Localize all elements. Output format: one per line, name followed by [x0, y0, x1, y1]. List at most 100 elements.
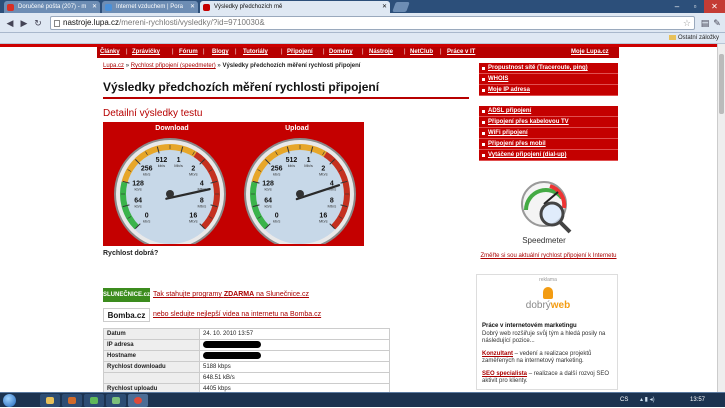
taskbar-chrome-icon[interactable]	[128, 394, 148, 407]
nav-separator: |	[126, 49, 128, 55]
download-label: Download	[155, 125, 189, 132]
back-icon[interactable]: ◀	[4, 17, 16, 29]
ad-box: reklama dobrýweb Práce v internetovém ma…	[476, 274, 618, 390]
breadcrumb-separator: »	[125, 63, 130, 69]
dobryweb-logo[interactable]: dobrýweb	[477, 287, 619, 311]
flame-icon	[543, 287, 553, 299]
vertical-scrollbar[interactable]	[717, 44, 725, 392]
maximize-icon[interactable]: ▫	[686, 0, 704, 13]
breadcrumb-current: Výsledky předchozích měření rychlosti př…	[222, 63, 361, 69]
reload-icon[interactable]: ↻	[32, 17, 44, 29]
sidebar-item-dialup[interactable]: Vytáčené připojení (dial-up)	[479, 150, 618, 161]
nav-tutorialy[interactable]: Tutoriály	[243, 47, 268, 58]
nav-pripojeni[interactable]: Připojení	[287, 47, 313, 58]
gauge-tick-unit: Mb/s	[319, 172, 328, 177]
speedmeter-link[interactable]: Změřte si sou aktuální rychlost připojen…	[479, 252, 618, 260]
row-value	[199, 339, 390, 351]
taskbar-media-icon[interactable]	[62, 394, 82, 407]
bookmarks-bar: Ostatní záložky	[0, 33, 725, 44]
tab-internet-vzduchem[interactable]: Internet vzduchem | Pora ✕	[102, 1, 198, 13]
nav-prace-v-it[interactable]: Práce v IT	[447, 47, 475, 58]
ad-job-1: Konzultant – vedení a realizace projektů…	[482, 351, 612, 365]
nav-netclub[interactable]: NetClub	[410, 47, 433, 58]
sidebar-item-adsl[interactable]: ADSL připojení	[479, 106, 618, 117]
clock[interactable]: 13:57	[690, 393, 705, 408]
bomba-logo: Bomba.cz	[103, 308, 150, 322]
sidebar-item-traceroute[interactable]: Propustnost sítě (Traceroute, ping)	[479, 63, 618, 74]
taskbar-app-icon[interactable]	[106, 394, 126, 407]
table-row: Rychlost downloadu 5188 kbps	[103, 361, 390, 373]
gauge-tick-unit: kb/s	[143, 218, 150, 223]
sidebar-item-my-ip[interactable]: Moje IP adresa	[479, 85, 618, 96]
minimize-icon[interactable]: –	[668, 0, 686, 13]
promo-text[interactable]: nebo sledujte nejlepší videa na internet…	[153, 311, 321, 318]
job-link-seo[interactable]: SEO specialista	[482, 371, 527, 377]
sidebar-item-mobile[interactable]: Připojení přes mobil	[479, 139, 618, 150]
close-window-icon[interactable]: ✕	[704, 0, 725, 13]
sidebar-item-cable[interactable]: Připojení přes kabelovou TV	[479, 117, 618, 128]
table-row: Rychlost uploadu 4405 kbps	[103, 383, 390, 392]
gauge-tick-unit: kb/s	[264, 204, 271, 209]
tab-active-vysledky[interactable]: Výsledky předchozích mě ✕	[200, 1, 390, 13]
row-key: IP adresa	[103, 339, 200, 351]
wrench-icon[interactable]: ✎	[711, 17, 723, 29]
scrollbar-thumb[interactable]	[719, 54, 724, 114]
breadcrumb-separator: »	[217, 63, 221, 69]
gauge-tick-unit: kb/s	[134, 186, 141, 191]
promo-bold: ZDARMA	[223, 291, 255, 298]
nav-blogy[interactable]: Blogy	[212, 47, 229, 58]
gauge-tick-unit: Mb/s	[304, 163, 313, 168]
download-gauge: 0kb/s64kb/s128kb/s256kb/s512kb/s1Mb/s2Mb…	[114, 138, 226, 244]
breadcrumb-section[interactable]: Rychlost připojení (speedmeter)	[131, 63, 216, 69]
sidebar-item-wifi[interactable]: WiFi připojení	[479, 128, 618, 139]
nav-zpravicky[interactable]: Zprávičky	[132, 47, 160, 58]
detail-heading: Detailní výsledky testu	[103, 108, 203, 119]
connection-menu: ADSL připojení Připojení přes kabelovou …	[479, 106, 618, 161]
gauge-tick-unit: Mb/s	[189, 218, 198, 223]
promo-bomba[interactable]: Bomba.cz nebo sledujte nejlepší videa na…	[103, 308, 363, 322]
nav-moje-lupa[interactable]: Moje Lupa.cz	[571, 47, 609, 58]
tray-icons[interactable]: ▴ ▮ ◂)	[640, 393, 655, 408]
ad-intro: Dobrý web rozšiřuje svůj tým a hledá pos…	[482, 331, 606, 344]
nav-clanky[interactable]: Články	[100, 47, 120, 58]
start-button-icon[interactable]	[3, 394, 16, 407]
nav-separator: |	[362, 49, 364, 55]
close-icon[interactable]: ✕	[382, 1, 387, 13]
taskbar-chat-icon[interactable]	[84, 394, 104, 407]
slunecnice-logo: SLUNEČNICE.cz	[103, 288, 150, 302]
row-key: Rychlost uploadu	[103, 383, 200, 392]
nav-separator: |	[323, 49, 325, 55]
table-row: IP adresa	[103, 339, 390, 351]
row-value	[199, 350, 390, 362]
gauge-tick-unit: Mb/s	[319, 218, 328, 223]
other-bookmarks[interactable]: Ostatní záložky	[668, 33, 719, 44]
sidebar-item-whois[interactable]: WHOIS	[479, 74, 618, 85]
new-tab-button[interactable]	[392, 2, 410, 12]
logo-part-a: dobrý	[525, 300, 551, 311]
nav-domeny[interactable]: Domény	[329, 47, 353, 58]
close-icon[interactable]: ✕	[190, 1, 195, 13]
speedmeter-wordmark: Speedmeter	[522, 236, 566, 245]
tab-gmail[interactable]: Doručené pošta (207) - m ✕	[4, 1, 100, 13]
page-menu-icon[interactable]: ▤	[699, 17, 711, 29]
gauge-tick-unit: Mb/s	[189, 172, 198, 177]
promo-text[interactable]: Tak stahujte programy ZDARMA na Slunečni…	[153, 291, 309, 298]
tools-menu: Propustnost sítě (Traceroute, ping) WHOI…	[479, 63, 618, 96]
speedmeter-logo[interactable]: Speedmeter	[510, 174, 582, 246]
bookmark-star-icon[interactable]: ☆	[683, 17, 691, 29]
title-divider	[103, 97, 469, 99]
job-link-konzultant[interactable]: Konzultant	[482, 351, 513, 357]
promo-slunecnice[interactable]: SLUNEČNICE.cz Tak stahujte programy ZDAR…	[103, 288, 363, 302]
row-value: 648.51 kB/s	[199, 372, 390, 384]
nav-nastroje[interactable]: Nástroje	[369, 47, 393, 58]
address-bar[interactable]: nastroje.lupa.cz/mereni-rychlosti/vysled…	[50, 16, 695, 30]
other-bookmarks-label: Ostatní záložky	[677, 35, 719, 41]
forward-icon[interactable]: ▶	[18, 17, 30, 29]
language-indicator[interactable]: CS	[620, 393, 628, 408]
nav-forum[interactable]: Fórum	[179, 47, 198, 58]
close-icon[interactable]: ✕	[92, 1, 97, 13]
row-value: 5188 kbps	[199, 361, 390, 373]
url-host: nastroje.lupa.cz	[63, 18, 120, 27]
taskbar-explorer-icon[interactable]	[40, 394, 60, 407]
breadcrumb-home[interactable]: Lupa.cz	[103, 63, 124, 69]
